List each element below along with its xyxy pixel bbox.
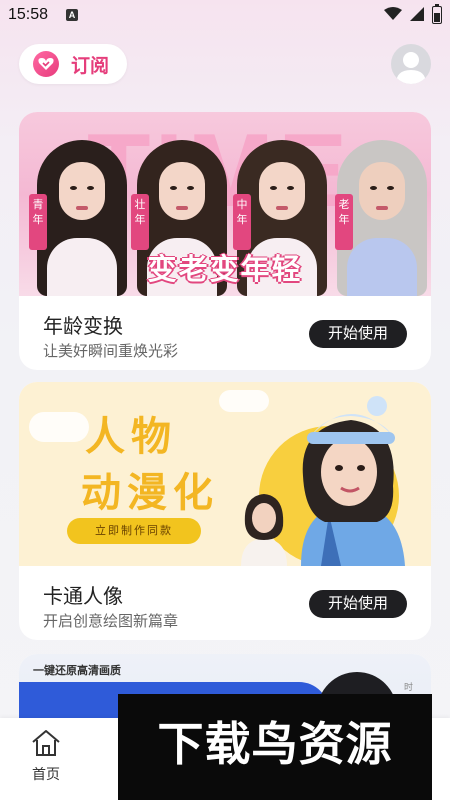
- age-tag-prime: 壮年: [131, 194, 149, 250]
- small-portrait-illustration: [241, 494, 287, 566]
- age-tag-elder: 老年: [335, 194, 353, 250]
- banner-headline: 一键还原高清画质: [33, 665, 121, 677]
- banner-corner-text: 时: [403, 682, 413, 692]
- watermark-overlay: 下载鸟资源: [118, 694, 432, 800]
- banner-title-line1: 人物: [85, 413, 177, 460]
- age-transform-banner: TIME 青年 壮年 中年 老年 变老变年轻: [19, 112, 431, 296]
- cloud-shape: [29, 412, 89, 442]
- heart-check-icon: [33, 51, 59, 77]
- nav-home[interactable]: 首页: [18, 728, 74, 784]
- card-title: 卡通人像: [43, 586, 123, 608]
- age-tag-middle: 中年: [233, 194, 251, 250]
- status-time: 15:58: [8, 6, 49, 23]
- anime-girl-illustration: [301, 396, 405, 566]
- signal-icon: [410, 7, 424, 21]
- cloud-shape: [219, 390, 269, 412]
- card-subtitle: 让美好瞬间重焕光彩: [43, 343, 179, 360]
- battery-icon: [432, 4, 442, 24]
- status-bar: 15:58 A: [0, 0, 450, 32]
- age-transform-card[interactable]: TIME 青年 壮年 中年 老年 变老变年轻 年龄变换 让美好瞬间重焕光彩 开始…: [19, 112, 431, 370]
- subscribe-button[interactable]: 订阅: [19, 44, 127, 84]
- nav-home-label: 首页: [32, 766, 60, 782]
- card-subtitle: 开启创意绘图新篇章: [43, 613, 179, 630]
- start-button[interactable]: 开始使用: [309, 320, 407, 348]
- make-same-pill: 立即制作同款: [67, 518, 201, 544]
- card-title: 年龄变换: [43, 316, 123, 338]
- start-button[interactable]: 开始使用: [309, 590, 407, 618]
- age-tag-youth: 青年: [29, 194, 47, 250]
- cartoon-portrait-card[interactable]: 人物 动漫化 立即制作同款 卡通人像 开启创意绘图新篇章 开始使用: [19, 382, 431, 640]
- user-avatar-icon[interactable]: [391, 44, 431, 84]
- home-icon: [32, 730, 60, 756]
- banner-slogan: 变老变年轻: [147, 254, 303, 286]
- notification-badge-icon: A: [66, 9, 78, 21]
- banner-title-line2: 动漫化: [81, 469, 219, 516]
- wifi-icon: [384, 7, 402, 20]
- cartoon-banner: 人物 动漫化 立即制作同款: [19, 382, 431, 566]
- subscribe-label: 订阅: [71, 55, 110, 77]
